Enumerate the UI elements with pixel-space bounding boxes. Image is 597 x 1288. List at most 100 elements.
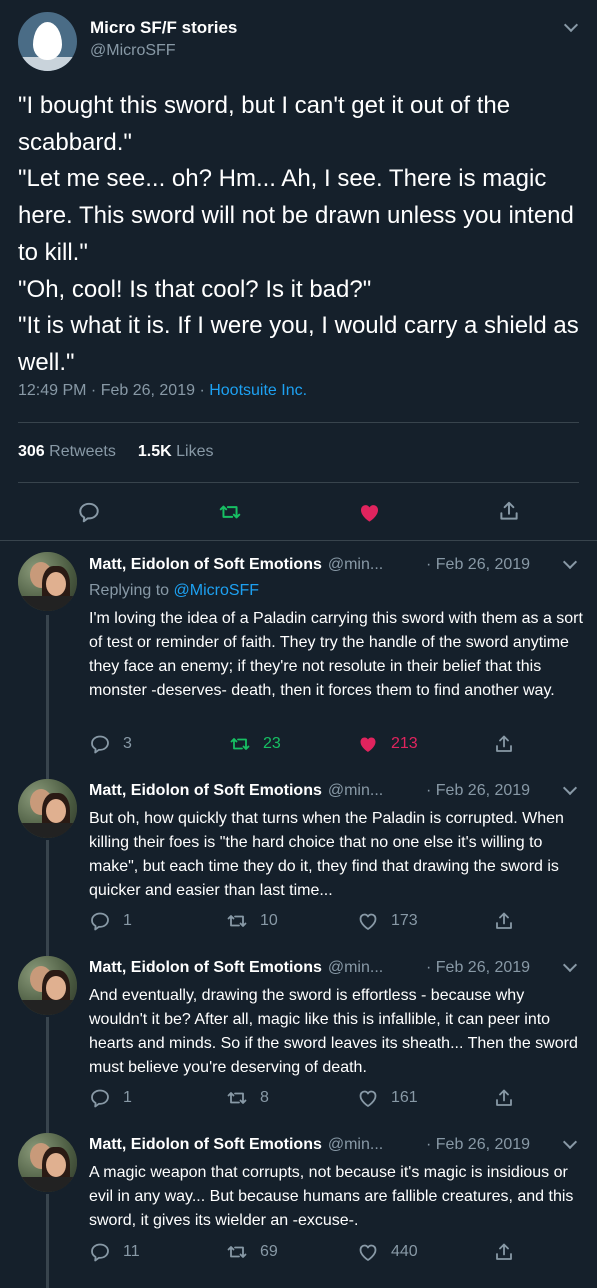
reply-icon	[79, 502, 99, 523]
avatar[interactable]	[18, 1133, 77, 1192]
tweet-text-line: "It is what it is. If I were you, I woul…	[18, 312, 579, 376]
reply-count: 1	[123, 1089, 132, 1106]
avatar[interactable]	[18, 956, 77, 1015]
retweet-count: 69	[260, 1243, 278, 1260]
share-button[interactable]	[497, 499, 521, 523]
divider	[18, 422, 579, 423]
like-button[interactable]: 173	[357, 910, 418, 932]
like-icon	[360, 737, 376, 752]
author-handle[interactable]: @MicroSFF	[90, 42, 176, 60]
reply-header: Matt, Eidolon of Soft Emotions @min...	[89, 782, 383, 800]
tweet-text: "I bought this sword, but I can't get it…	[18, 88, 583, 382]
divider	[18, 482, 579, 483]
retweet-icon	[227, 1092, 247, 1104]
like-icon	[359, 1244, 377, 1261]
chevron-down-icon[interactable]	[562, 957, 578, 973]
like-count: 161	[391, 1089, 418, 1106]
retweet-button[interactable]: 10	[226, 910, 278, 932]
tweet-date[interactable]: · Feb 26, 2019	[426, 556, 530, 574]
like-icon	[359, 1090, 377, 1107]
like-button[interactable]	[357, 500, 382, 525]
reply-text: I'm loving the idea of a Paladin carryin…	[89, 610, 583, 699]
likes-stat[interactable]: 1.5K Likes	[138, 443, 214, 460]
retweet-icon	[227, 915, 247, 927]
default-egg-avatar-icon	[33, 22, 62, 60]
like-icon	[359, 913, 377, 930]
share-button[interactable]	[493, 910, 515, 932]
share-icon	[500, 501, 518, 520]
tweet-text-line: "I bought this sword, but I can't get it…	[18, 92, 511, 156]
reply-button[interactable]	[77, 500, 101, 524]
tweet-date[interactable]: · Feb 26, 2019	[426, 959, 530, 977]
chevron-down-icon[interactable]	[562, 780, 578, 796]
retweet-count: 23	[263, 735, 281, 752]
thread-connector	[46, 840, 49, 957]
share-button[interactable]	[493, 1087, 515, 1109]
share-button[interactable]	[493, 733, 515, 755]
tweet-text-line: "Oh, cool! Is that cool? Is it bad?"	[18, 275, 372, 303]
retweet-button[interactable]: 69	[226, 1241, 278, 1263]
reply-icon	[91, 735, 109, 754]
like-count: 440	[391, 1243, 418, 1260]
share-button[interactable]	[493, 1241, 515, 1263]
thread-connector	[46, 1194, 49, 1288]
avatar[interactable]	[18, 779, 77, 838]
tweet-date[interactable]: · Feb 26, 2019	[426, 782, 530, 800]
retweets-stat[interactable]: 306 Retweets	[18, 443, 116, 460]
reply-header: Matt, Eidolon of Soft Emotions @min...	[89, 556, 383, 574]
chevron-down-icon[interactable]	[562, 554, 578, 570]
author-display-name[interactable]: Matt, Eidolon of Soft Emotions	[89, 959, 322, 976]
tweet-date[interactable]: · Feb 26, 2019	[426, 1136, 530, 1154]
reply-button[interactable]: 1	[89, 1087, 132, 1109]
share-icon	[496, 1089, 512, 1106]
reply-button[interactable]: 11	[89, 1241, 140, 1263]
share-icon	[496, 1243, 512, 1260]
reply-text: A magic weapon that corrupts, not becaus…	[89, 1164, 574, 1229]
author-handle[interactable]: @min...	[328, 782, 383, 799]
reply-icon	[91, 1243, 109, 1262]
tweet-timestamp[interactable]: 12:49 PM · Feb 26, 2019 ·	[18, 382, 209, 399]
like-button[interactable]: 440	[357, 1241, 418, 1263]
chevron-down-icon[interactable]	[563, 17, 579, 33]
retweet-icon	[227, 1246, 247, 1258]
avatar[interactable]	[18, 12, 77, 71]
reply-button[interactable]: 3	[89, 733, 132, 755]
retweet-count: 8	[260, 1089, 269, 1106]
tweet-source-link[interactable]: Hootsuite Inc.	[209, 382, 307, 399]
like-icon	[360, 505, 379, 522]
retweet-button[interactable]: 8	[226, 1087, 269, 1109]
share-icon	[496, 735, 512, 752]
reply-text: And eventually, drawing the sword is eff…	[89, 987, 578, 1076]
mention-link[interactable]: @MicroSFF	[174, 582, 260, 599]
retweet-count: 10	[260, 912, 278, 929]
tweet-stats: 306 Retweets 1.5K Likes	[18, 443, 213, 461]
author-display-name[interactable]: Matt, Eidolon of Soft Emotions	[89, 782, 322, 799]
chevron-down-icon[interactable]	[562, 1134, 578, 1150]
reply-header: Matt, Eidolon of Soft Emotions @min...	[89, 1136, 383, 1154]
author-handle[interactable]: @min...	[328, 556, 383, 573]
like-count: 213	[391, 735, 418, 752]
reply-button[interactable]: 1	[89, 910, 132, 932]
reply-count: 3	[123, 735, 132, 752]
reply-icon	[91, 912, 109, 931]
reply-icon	[91, 1089, 109, 1108]
retweet-button[interactable]: 23	[229, 733, 281, 755]
like-button[interactable]: 213	[357, 733, 418, 755]
author-display-name[interactable]: Micro SF/F stories	[90, 18, 237, 38]
avatar[interactable]	[18, 552, 77, 611]
author-handle[interactable]: @min...	[328, 1136, 383, 1153]
retweet-button[interactable]	[218, 500, 242, 524]
author-display-name[interactable]: Matt, Eidolon of Soft Emotions	[89, 1136, 322, 1153]
tweet-text-line: "Let me see... oh? Hm... Ah, I see. Ther…	[18, 165, 574, 266]
author-handle[interactable]: @min...	[328, 959, 383, 976]
divider	[0, 540, 597, 541]
author-display-name[interactable]: Matt, Eidolon of Soft Emotions	[89, 556, 322, 573]
tweet-meta: 12:49 PM · Feb 26, 2019 · Hootsuite Inc.	[18, 382, 307, 400]
retweet-icon	[230, 738, 250, 750]
like-button[interactable]: 161	[357, 1087, 418, 1109]
thread-connector	[46, 615, 49, 780]
reply-header: Matt, Eidolon of Soft Emotions @min...	[89, 959, 383, 977]
thread-connector	[46, 1017, 49, 1134]
reply-count: 11	[123, 1243, 140, 1260]
reply-text: But oh, how quickly that turns when the …	[89, 810, 564, 899]
